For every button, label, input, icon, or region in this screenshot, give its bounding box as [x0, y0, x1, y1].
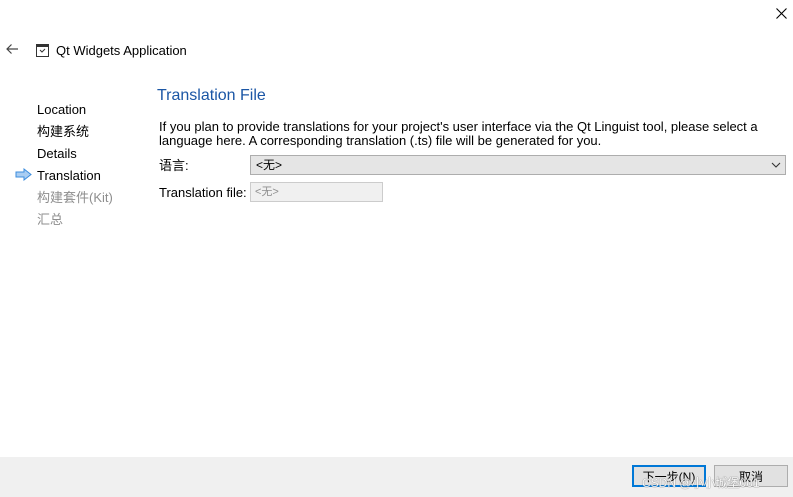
translation-file-field: <无> [250, 182, 383, 202]
wizard-title: Qt Widgets Application [56, 43, 187, 58]
back-button[interactable] [3, 40, 21, 58]
back-arrow-icon [6, 44, 18, 54]
translation-file-value: <无> [255, 185, 279, 198]
sidebar-item-location: Location [37, 102, 87, 117]
watermark: CSDN @小小城堡001 [642, 476, 760, 490]
chevron-down-icon [771, 162, 781, 168]
sidebar-item-build-system: 构建系统 [37, 124, 90, 139]
current-step-arrow-icon [15, 168, 32, 181]
close-button[interactable] [770, 2, 792, 24]
translation-file-label: Translation file: [159, 185, 247, 200]
language-combobox[interactable]: <无> [250, 155, 786, 175]
language-label: 语言: [159, 158, 189, 173]
sidebar-item-kits: 构建套件(Kit) [37, 190, 113, 205]
close-icon [775, 7, 787, 19]
sidebar-item-details: Details [37, 146, 77, 161]
sidebar-item-translation: Translation [37, 168, 101, 183]
page-description: If you plan to provide translations for … [159, 119, 758, 148]
language-selected-value: <无> [256, 158, 283, 172]
page-title: Translation File [157, 87, 266, 104]
wizard-window-icon [36, 44, 49, 57]
sidebar-item-summary: 汇总 [37, 212, 64, 227]
